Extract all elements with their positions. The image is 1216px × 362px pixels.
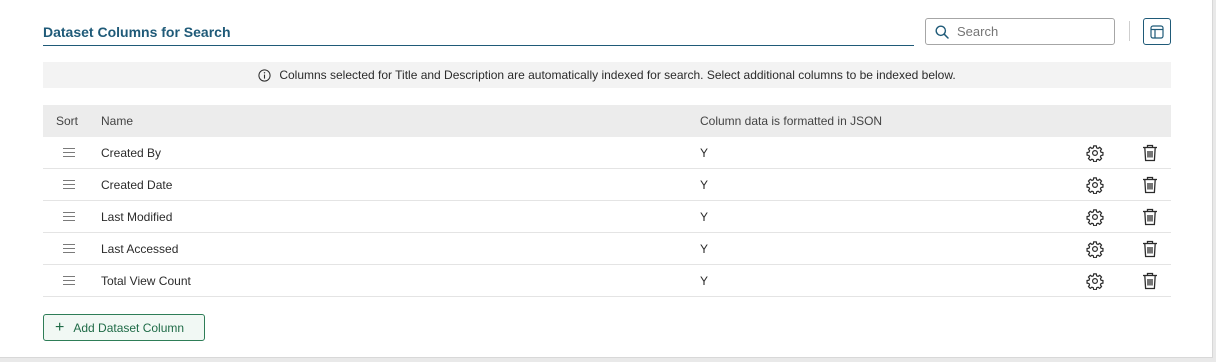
layout-icon (1150, 24, 1164, 39)
row-name: Last Accessed (101, 242, 179, 256)
delete-button[interactable] (1140, 271, 1160, 291)
row-json-flag: Y (700, 210, 709, 224)
settings-button[interactable] (1085, 175, 1105, 195)
trash-icon (1143, 240, 1157, 258)
drag-handle-icon[interactable] (63, 276, 75, 288)
gear-icon (1086, 273, 1104, 290)
search-icon (935, 25, 949, 39)
add-dataset-column-button[interactable]: + Add Dataset Column (43, 314, 205, 341)
row-name: Total View Count (101, 274, 191, 288)
row-json-flag: Y (700, 178, 709, 192)
drag-handle-icon[interactable] (63, 180, 75, 192)
title-underline: Dataset Columns for Search (43, 17, 914, 46)
settings-button[interactable] (1085, 239, 1105, 259)
search-box[interactable] (925, 18, 1115, 45)
settings-button[interactable] (1085, 271, 1105, 291)
trash-icon (1143, 208, 1157, 226)
gear-icon (1086, 145, 1104, 162)
info-icon (258, 68, 271, 82)
header-name: Name (101, 114, 134, 128)
settings-button[interactable] (1085, 207, 1105, 227)
trash-icon (1143, 144, 1157, 162)
drag-handle-icon[interactable] (63, 244, 75, 256)
panel-title: Dataset Columns for Search (43, 24, 231, 40)
table-row: Created Date Y (43, 169, 1171, 201)
gear-icon (1086, 241, 1104, 258)
add-button-label: Add Dataset Column (73, 320, 185, 335)
delete-button[interactable] (1140, 175, 1160, 195)
row-json-flag: Y (700, 274, 709, 288)
search-input[interactable] (957, 22, 1107, 41)
table-row: Total View Count Y (43, 265, 1171, 297)
table-row: Last Accessed Y (43, 233, 1171, 265)
table-row: Created By Y (43, 137, 1171, 169)
trash-icon (1143, 176, 1157, 194)
delete-button[interactable] (1140, 239, 1160, 259)
table-row: Last Modified Y (43, 201, 1171, 233)
gear-icon (1086, 209, 1104, 226)
panel-header: Dataset Columns for Search (43, 17, 1171, 47)
drag-handle-icon[interactable] (63, 148, 75, 160)
row-name: Created By (101, 146, 162, 160)
gear-icon (1086, 177, 1104, 194)
row-json-flag: Y (700, 146, 709, 160)
header-divider (1129, 21, 1130, 41)
header-json: Column data is formatted in JSON (700, 114, 883, 128)
delete-button[interactable] (1140, 143, 1160, 163)
info-message: Columns selected for Title and Descripti… (279, 68, 956, 82)
drag-handle-icon[interactable] (63, 212, 75, 224)
row-name: Last Modified (101, 210, 173, 224)
trash-icon (1143, 272, 1157, 290)
plus-icon: + (55, 318, 65, 336)
delete-button[interactable] (1140, 207, 1160, 227)
row-json-flag: Y (700, 242, 709, 256)
layout-toggle-button[interactable] (1143, 18, 1171, 45)
dataset-columns-panel: Dataset Columns for Search Search Column… (0, 0, 1213, 358)
table-header: Sort Name Column data is formatted in JS… (43, 105, 1171, 137)
columns-table: Sort Name Column data is formatted in JS… (43, 105, 1171, 297)
settings-button[interactable] (1085, 143, 1105, 163)
info-banner: Columns selected for Title and Descripti… (43, 62, 1171, 88)
row-name: Created Date (101, 178, 173, 192)
header-sort: Sort (56, 114, 79, 128)
